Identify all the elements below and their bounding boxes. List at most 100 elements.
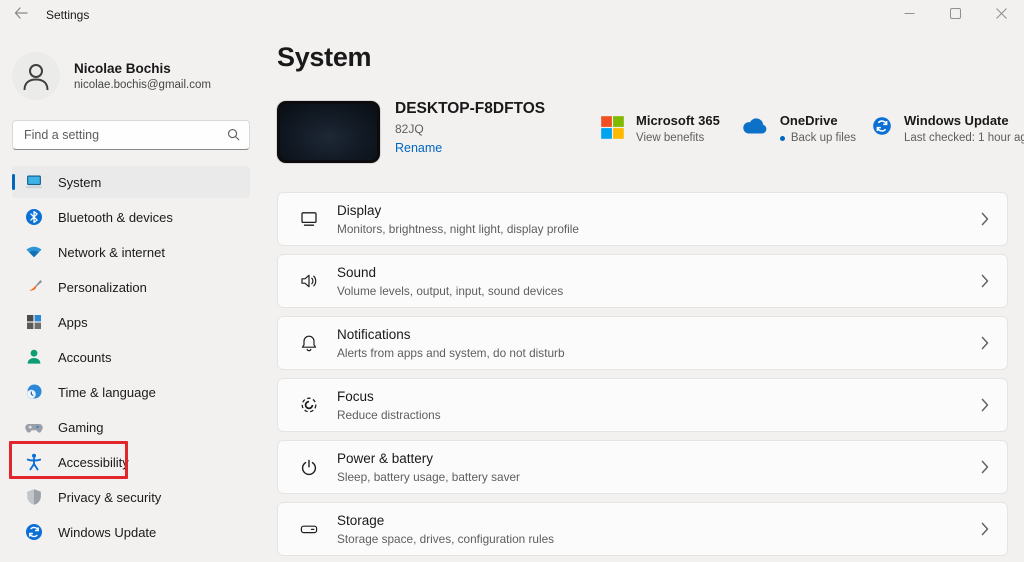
chevron-right-icon <box>981 274 989 288</box>
device-thumbnail <box>277 101 380 163</box>
row-subtitle: Monitors, brightness, night light, displ… <box>337 221 579 236</box>
settings-row-power-battery[interactable]: Power & battery Sleep, battery usage, bat… <box>277 440 1008 494</box>
sidebar-item-personalization[interactable]: Personalization <box>12 271 250 303</box>
settings-row-sound[interactable]: Sound Volume levels, output, input, sound… <box>277 254 1008 308</box>
windows-update-icon <box>24 522 44 542</box>
row-title: Display <box>337 202 382 218</box>
user-profile[interactable]: Nicolae Bochis nicolae.bochis@gmail.com <box>12 52 250 100</box>
person-icon <box>24 347 44 367</box>
shield-icon <box>24 487 44 507</box>
sidebar-item-bluetooth-devices[interactable]: Bluetooth & devices <box>12 201 250 233</box>
status-card-microsoft-365[interactable]: Microsoft 365 View benefits <box>600 113 720 144</box>
row-title: Sound <box>337 264 377 280</box>
status-card-title: Microsoft 365 <box>636 113 720 128</box>
sidebar-item-gaming[interactable]: Gaming <box>12 411 250 443</box>
sidebar-item-system[interactable]: System <box>12 166 250 198</box>
rename-link[interactable]: Rename <box>395 141 442 155</box>
apps-grid-icon <box>24 312 44 332</box>
row-subtitle: Sleep, battery usage, battery saver <box>337 469 520 484</box>
windows-update-icon <box>871 115 893 137</box>
sidebar-item-time-language[interactable]: Time & language <box>12 376 250 408</box>
status-card-subtitle: Last checked: 1 hour ago <box>904 132 1024 144</box>
status-card-subtitle: View benefits <box>636 132 720 144</box>
clock-icon <box>24 382 44 402</box>
chevron-right-icon <box>981 460 989 474</box>
device-info: DESKTOP-F8DFTOS 82JQ Rename <box>395 100 545 157</box>
sidebar-item-accessibility[interactable]: Accessibility <box>12 446 250 478</box>
status-card-subtitle-text: View benefits <box>636 132 705 144</box>
avatar-person-icon <box>12 52 60 100</box>
status-card-subtitle-text: Back up files <box>790 132 857 144</box>
sidebar-item-network-internet[interactable]: Network & internet <box>12 236 250 268</box>
row-subtitle: Reduce distractions <box>337 407 441 422</box>
window-title: Settings <box>46 8 90 22</box>
chevron-right-icon <box>981 398 989 412</box>
display-icon <box>298 208 320 230</box>
device-name: DESKTOP-F8DFTOS <box>395 100 546 117</box>
microsoft-logo-icon <box>600 115 625 140</box>
focus-icon <box>298 394 320 416</box>
chevron-right-icon <box>981 336 989 350</box>
sound-icon <box>298 270 320 292</box>
wifi-icon <box>24 242 44 262</box>
search-input[interactable] <box>12 120 250 150</box>
status-card-title: OneDrive <box>779 113 838 128</box>
onedrive-cloud-icon <box>735 115 769 137</box>
sidebar-item-accounts[interactable]: Accounts <box>12 341 250 373</box>
sidebar-item-label: Accounts <box>58 349 112 365</box>
sidebar-item-label: System <box>58 174 102 190</box>
status-card-subtitle: Back up files <box>779 132 857 144</box>
row-text: Power & battery Sleep, battery usage, bat… <box>337 451 520 484</box>
paintbrush-icon <box>24 277 44 297</box>
row-subtitle: Alerts from apps and system, do not dist… <box>337 345 565 360</box>
titlebar: Settings <box>0 0 1024 30</box>
sidebar-item-label: Personalization <box>58 279 147 295</box>
status-dot-icon <box>779 135 785 141</box>
user-email: nicolae.bochis@gmail.com <box>74 79 211 91</box>
settings-row-storage[interactable]: Storage Storage space, drives, configurat… <box>277 502 1008 556</box>
selection-indicator <box>12 174 15 190</box>
bluetooth-icon <box>24 207 44 227</box>
sidebar-item-label: Bluetooth & devices <box>58 209 173 225</box>
sidebar-item-apps[interactable]: Apps <box>12 306 250 338</box>
back-arrow-icon <box>13 6 29 25</box>
status-card-onedrive[interactable]: OneDrive Back up files <box>735 113 856 144</box>
window-controls <box>886 0 1024 30</box>
bell-icon <box>298 332 320 354</box>
sidebar-item-label: Gaming <box>58 419 104 435</box>
settings-rows: Display Monitors, brightness, night light… <box>277 192 1008 562</box>
row-text: Focus Reduce distractions <box>337 389 441 422</box>
row-text: Storage Storage space, drives, configurat… <box>337 513 554 546</box>
status-card-title: Windows Update <box>904 113 1009 128</box>
sidebar-item-label: Network & internet <box>58 244 165 260</box>
close-button[interactable] <box>978 0 1024 30</box>
gamepad-icon <box>24 417 44 437</box>
status-card-text: Microsoft 365 View benefits <box>636 113 720 144</box>
settings-row-focus[interactable]: Focus Reduce distractions <box>277 378 1008 432</box>
row-title: Power & battery <box>337 450 434 466</box>
row-subtitle: Volume levels, output, input, sound devi… <box>337 283 564 298</box>
status-card-text: OneDrive Back up files <box>779 113 857 144</box>
minimize-icon <box>904 6 915 24</box>
status-cards: Microsoft 365 View benefits OneDrive Back u… <box>600 113 1024 144</box>
device-id: 82JQ <box>395 122 424 136</box>
chevron-right-icon <box>981 212 989 226</box>
search-icon <box>226 127 241 147</box>
back-button[interactable] <box>4 0 38 30</box>
sidebar-item-label: Time & language <box>58 384 156 400</box>
row-title: Storage <box>337 512 385 528</box>
sidebar-item-privacy-security[interactable]: Privacy & security <box>12 481 250 513</box>
settings-row-display[interactable]: Display Monitors, brightness, night light… <box>277 192 1008 246</box>
status-card-windows-update[interactable]: Windows Update Last checked: 1 hour ago <box>871 113 1024 144</box>
main-content: System DESKTOP-F8DFTOS 82JQ Rename Micro… <box>277 30 1024 562</box>
minimize-button[interactable] <box>886 0 932 30</box>
search-box <box>12 120 250 150</box>
row-title: Notifications <box>337 326 411 342</box>
row-text: Notifications Alerts from apps and system… <box>337 327 565 360</box>
sidebar-item-label: Privacy & security <box>58 489 162 505</box>
user-name: Nicolae Bochis <box>74 61 171 76</box>
maximize-button[interactable] <box>932 0 978 30</box>
row-text: Sound Volume levels, output, input, sound… <box>337 265 563 298</box>
sidebar-item-windows-update[interactable]: Windows Update <box>12 516 250 548</box>
settings-row-notifications[interactable]: Notifications Alerts from apps and system… <box>277 316 1008 370</box>
